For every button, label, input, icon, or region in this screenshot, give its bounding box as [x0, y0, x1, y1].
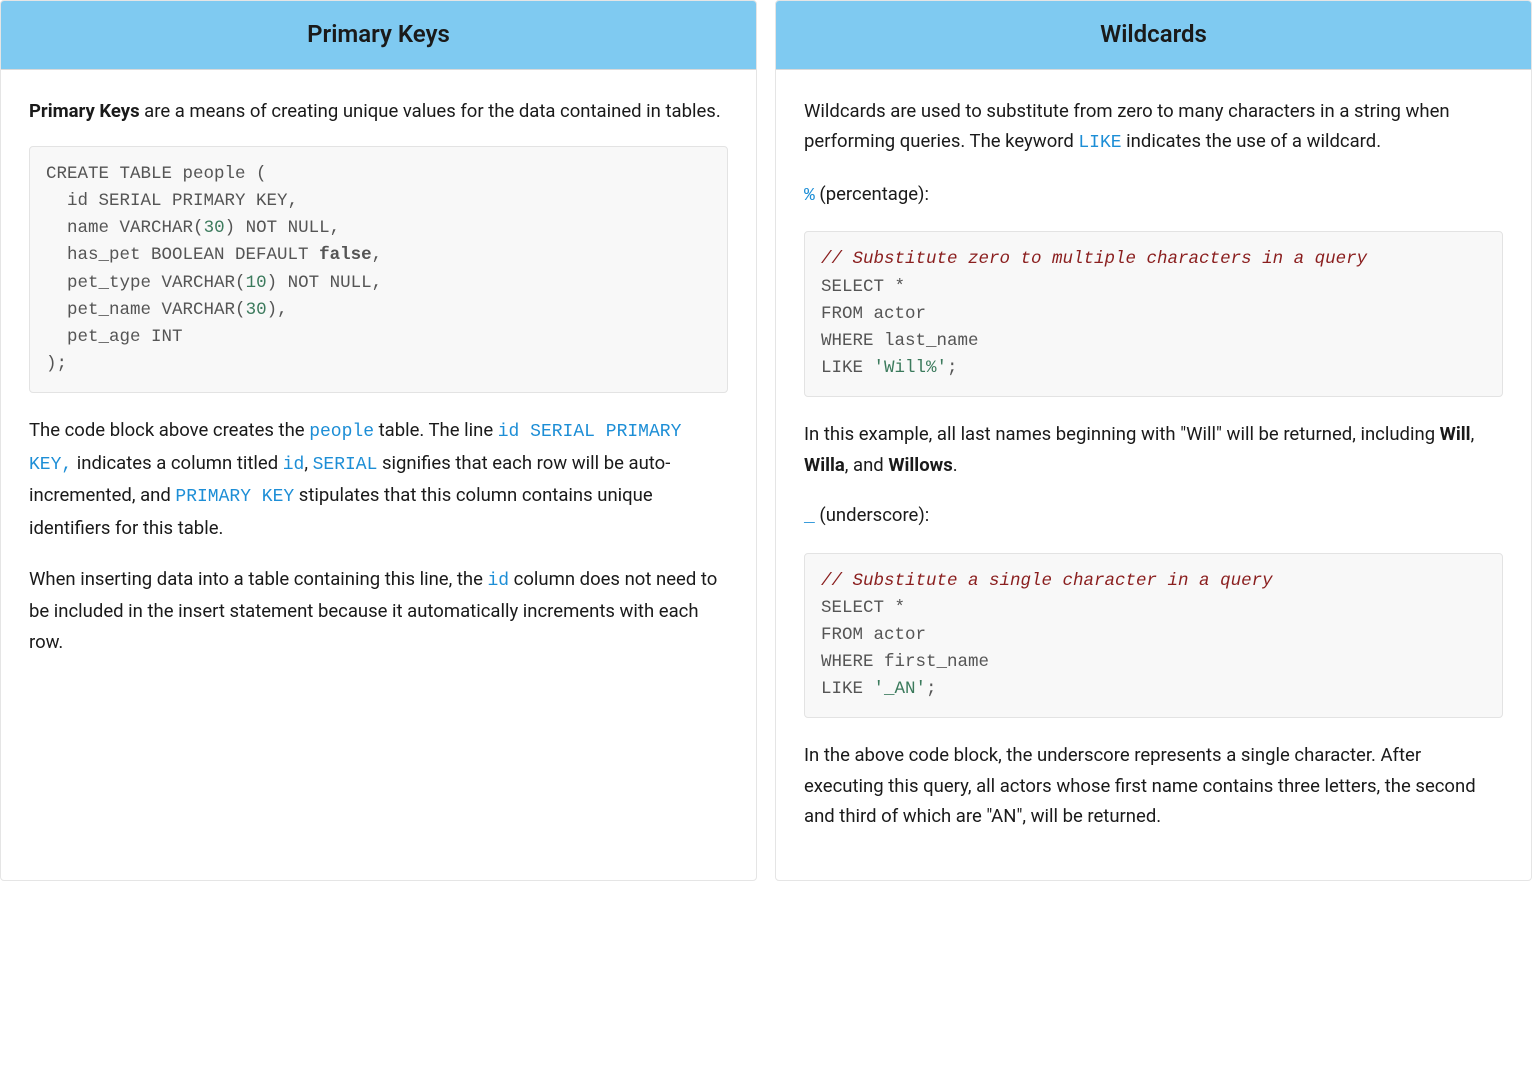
card-header-wildcards: Wildcards [776, 1, 1531, 70]
underscore-label: _ (underscore): [804, 500, 1503, 533]
code-id-2: id [487, 571, 509, 591]
code-people: people [309, 422, 374, 442]
primary-keys-term: Primary Keys [29, 100, 140, 122]
card-wildcards: Wildcards Wildcards are used to substitu… [775, 0, 1532, 881]
card-body-wildcards: Wildcards are used to substitute from ze… [776, 70, 1531, 880]
wildcard-underscore-codeblock: // Substitute a single character in a qu… [804, 553, 1503, 719]
card-body-primary-keys: Primary Keys are a means of creating uni… [1, 70, 756, 706]
primary-keys-explain-1: The code block above creates the people … [29, 415, 728, 544]
cards-container: Primary Keys Primary Keys are a means of… [0, 0, 1532, 881]
percent-label: % (percentage): [804, 179, 1503, 212]
card-header-primary-keys: Primary Keys [1, 1, 756, 70]
code-underscore: _ [804, 507, 815, 527]
code-like: LIKE [1078, 133, 1121, 153]
wildcards-intro: Wildcards are used to substitute from ze… [804, 96, 1503, 159]
primary-keys-intro: Primary Keys are a means of creating uni… [29, 96, 728, 127]
code-primary-key: PRIMARY KEY [175, 487, 294, 507]
underscore-explain: In the above code block, the underscore … [804, 740, 1503, 832]
code-serial: SERIAL [313, 455, 378, 475]
code-percent: % [804, 186, 815, 206]
primary-keys-explain-2: When inserting data into a table contain… [29, 564, 728, 658]
card-primary-keys: Primary Keys Primary Keys are a means of… [0, 0, 757, 881]
code-id: id [283, 455, 305, 475]
wildcard-percent-codeblock: // Substitute zero to multiple character… [804, 231, 1503, 397]
percent-explain: In this example, all last names beginnin… [804, 419, 1503, 480]
primary-keys-codeblock: CREATE TABLE people ( id SERIAL PRIMARY … [29, 146, 728, 393]
